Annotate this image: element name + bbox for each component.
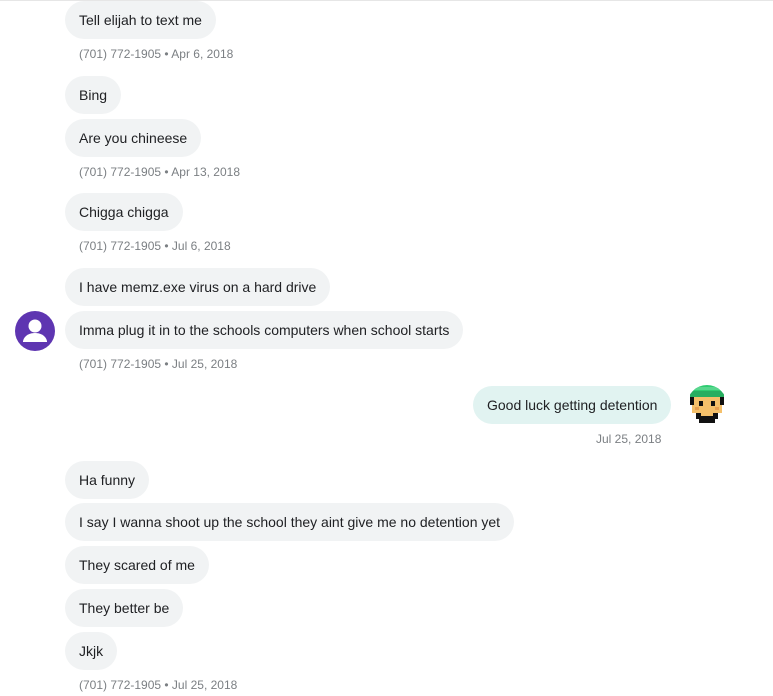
message-bubble-incoming[interactable]: I have memz.exe virus on a hard drive	[65, 268, 331, 306]
message-meta: Jul 25, 2018	[596, 432, 662, 446]
message-bubble-incoming[interactable]: Chigga chigga	[65, 193, 183, 231]
message-bubble-outgoing[interactable]: Good luck getting detention	[473, 386, 672, 424]
contact-avatar[interactable]	[15, 311, 55, 351]
message-bubble-incoming[interactable]: They better be	[65, 589, 184, 627]
self-avatar[interactable]	[687, 385, 727, 425]
message-bubble-incoming[interactable]: Are you chineese	[65, 119, 202, 157]
message-bubble-incoming[interactable]: Ha funny	[65, 461, 150, 499]
message-meta: (701) 772-1905 • Jul 25, 2018	[79, 678, 238, 692]
conversation-view: Tell elijah to text me (701) 772-1905 • …	[0, 0, 773, 696]
message-bubble-incoming[interactable]: I say I wanna shoot up the school they a…	[65, 503, 515, 541]
message-bubble-incoming[interactable]: Jkjk	[65, 632, 118, 670]
message-meta: (701) 772-1905 • Jul 6, 2018	[79, 239, 231, 253]
message-bubble-incoming[interactable]: They scared of me	[65, 546, 209, 584]
message-meta: (701) 772-1905 • Jul 25, 2018	[79, 357, 238, 371]
message-bubble-incoming[interactable]: Bing	[65, 76, 122, 114]
message-meta: (701) 772-1905 • Apr 6, 2018	[79, 47, 234, 61]
person-icon	[23, 319, 47, 342]
pixel-character-icon	[687, 385, 727, 425]
message-bubble-incoming[interactable]: Tell elijah to text me	[65, 1, 216, 39]
message-bubble-incoming[interactable]: Imma plug it in to the schools computers…	[65, 311, 464, 349]
message-meta: (701) 772-1905 • Apr 13, 2018	[79, 165, 240, 179]
